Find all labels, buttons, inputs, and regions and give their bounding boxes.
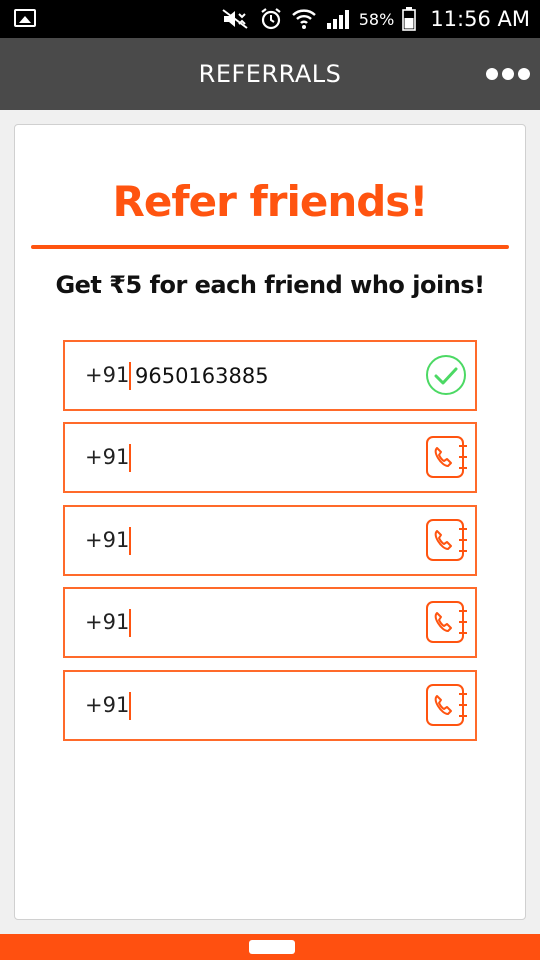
phone-input[interactable] [135,672,415,739]
status-icons: 58% 11:56 AM [221,0,530,38]
country-code: +91 [85,363,130,387]
home-button[interactable] [249,940,295,954]
status-bar: 58% 11:56 AM [0,0,540,38]
phone-field-5: +91 [63,670,477,741]
battery-icon [402,7,417,31]
phone-input[interactable] [135,589,415,656]
contacts-phone-icon[interactable] [423,517,469,563]
page-title: REFERRALS [198,60,342,88]
gallery-notification-icon [14,9,36,27]
phone-input[interactable] [135,424,415,491]
checkmark-circle-icon [426,355,466,395]
text-cursor [129,362,131,390]
phone-field-3: +91 [63,505,477,576]
text-cursor [129,692,131,720]
signal-icon [326,10,349,29]
mute-icon [222,9,248,29]
more-options-icon[interactable] [486,62,530,86]
clock: 11:56 AM [430,7,530,31]
menu-dot [486,68,498,80]
country-code: +91 [85,610,130,634]
country-code: +91 [85,693,130,717]
phone-input[interactable] [135,507,415,574]
text-cursor [129,444,131,472]
phone-field-4: +91 [63,587,477,658]
country-code: +91 [85,445,130,469]
menu-dot [502,68,514,80]
phone-field-1: +91 [63,340,477,411]
contacts-phone-icon[interactable] [423,599,469,645]
text-cursor [129,527,131,555]
text-cursor [129,609,131,637]
divider [31,245,509,249]
bottom-bar [0,934,540,960]
app-bar: REFERRALS [0,38,540,110]
country-code: +91 [85,528,130,552]
contacts-phone-icon[interactable] [423,434,469,480]
phone-field-2: +91 [63,422,477,493]
referral-card: Refer friends! Get ₹5 for each friend wh… [14,124,526,920]
menu-dot [518,68,530,80]
headline: Refer friends! [112,177,429,226]
wifi-icon [291,9,316,29]
alarm-icon [261,8,281,30]
phone-input[interactable] [135,342,415,409]
subheadline: Get ₹5 for each friend who joins! [55,271,485,299]
contacts-phone-icon[interactable] [423,682,469,728]
battery-percent: 58% [358,9,395,29]
